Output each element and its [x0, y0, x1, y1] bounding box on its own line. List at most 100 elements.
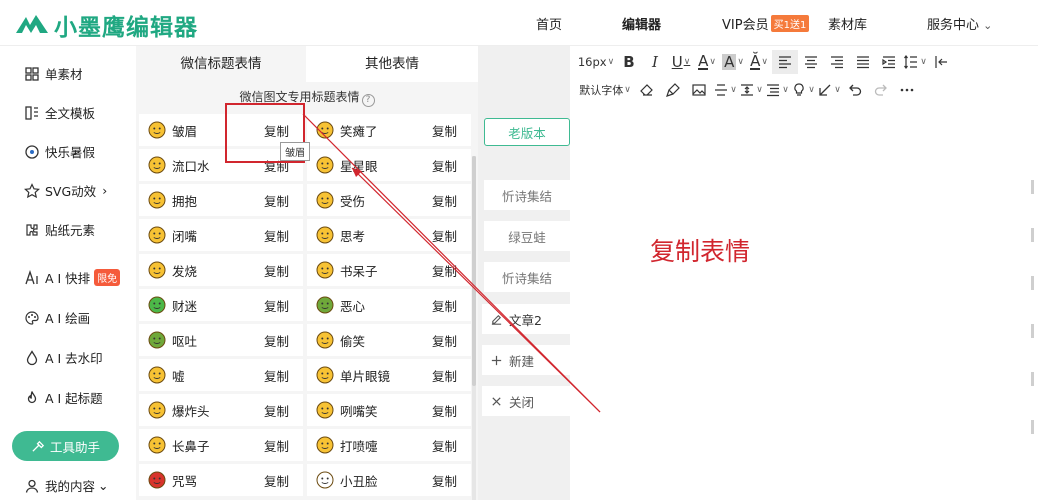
emoji-item[interactable]: 咒骂 复制: [139, 464, 303, 496]
emoji-name: 书呆子: [340, 263, 378, 279]
copy-button[interactable]: 复制: [432, 401, 457, 420]
copy-button[interactable]: 复制: [264, 401, 289, 420]
line-height-button[interactable]: ∨: [902, 50, 928, 74]
copy-button[interactable]: 复制: [432, 191, 457, 210]
divider-button[interactable]: ∨: [712, 78, 738, 102]
nav-materials[interactable]: 素材库: [828, 14, 867, 33]
spacing-button[interactable]: ∨: [738, 78, 764, 102]
emoji-item[interactable]: 星星眼 复制: [307, 149, 471, 181]
align-right-button[interactable]: [824, 50, 850, 74]
emoji-item[interactable]: 长鼻子 复制: [139, 429, 303, 461]
nav-service[interactable]: 服务中心 ⌄: [927, 14, 992, 33]
format-brush-button[interactable]: [660, 78, 686, 102]
annotation-label: 复制表情: [650, 237, 751, 266]
undo-button[interactable]: [842, 78, 868, 102]
more-button[interactable]: [894, 78, 920, 102]
draft-item[interactable]: 绿豆蛙: [484, 221, 570, 251]
image-button[interactable]: [686, 78, 712, 102]
draft-item[interactable]: 忻诗集结: [484, 262, 570, 292]
underline-button[interactable]: U ∨: [668, 50, 694, 74]
emoji-item[interactable]: 闭嘴 复制: [139, 219, 303, 251]
indent-button[interactable]: [876, 50, 902, 74]
emoji-item[interactable]: 打喷嚏 复制: [307, 429, 471, 461]
scrollbar-thumb[interactable]: [472, 156, 476, 386]
font-family-select[interactable]: 默认字体 ∨: [576, 78, 634, 102]
bold-button[interactable]: B: [616, 50, 642, 74]
sidebar-item-ai-watermark[interactable]: A I 去水印: [24, 348, 103, 367]
copy-button[interactable]: 复制: [432, 226, 457, 245]
redo-button[interactable]: [868, 78, 894, 102]
emoji-item[interactable]: 拥抱 复制: [139, 184, 303, 216]
emoji-item[interactable]: 受伤 复制: [307, 184, 471, 216]
copy-button[interactable]: 复制: [264, 366, 289, 385]
nav-vip[interactable]: VIP会员 买1送1: [722, 14, 810, 33]
sidebar-item-summer[interactable]: 快乐暑假: [24, 142, 95, 161]
italic-button[interactable]: I: [642, 50, 668, 74]
copy-button[interactable]: 复制: [432, 156, 457, 175]
sidebar-item-ai-paint[interactable]: A I 绘画: [24, 308, 90, 327]
help-icon[interactable]: ?: [361, 94, 375, 107]
emoji-item[interactable]: 偷笑 复制: [307, 324, 471, 356]
copy-button[interactable]: 复制: [432, 296, 457, 315]
sidebar-item-full-template[interactable]: 全文模板: [24, 103, 95, 122]
tab-wechat-title-emoji[interactable]: 微信标题表情: [136, 46, 306, 82]
sidebar-item-ai-layout[interactable]: A I 快排 限免: [24, 268, 121, 287]
copy-button[interactable]: 复制: [432, 366, 457, 385]
tool-icon: [32, 440, 45, 452]
align-left-button[interactable]: [772, 50, 798, 74]
sidebar-item-ai-title[interactable]: A I 起标题: [24, 388, 103, 407]
emoji-item[interactable]: 单片眼镜 复制: [307, 359, 471, 391]
emoji-item[interactable]: 呕吐 复制: [139, 324, 303, 356]
draft-item[interactable]: 忻诗集结: [484, 180, 570, 210]
copy-button[interactable]: 复制: [264, 471, 289, 490]
emoji-item[interactable]: 咧嘴笑 复制: [307, 394, 471, 426]
emoji-item[interactable]: 嘘 复制: [139, 359, 303, 391]
align-justify-button[interactable]: [850, 50, 876, 74]
emoji-item[interactable]: 书呆子 复制: [307, 254, 471, 286]
highlight-color-button[interactable]: A ∨: [720, 50, 746, 74]
align-center-button[interactable]: [798, 50, 824, 74]
nav-home[interactable]: 首页: [536, 14, 562, 33]
copy-button[interactable]: 复制: [264, 226, 289, 245]
new-doc-button[interactable]: 新建: [482, 345, 570, 375]
nav-editor[interactable]: 编辑器: [622, 14, 661, 33]
emoji-item[interactable]: 小丑脸 复制: [307, 464, 471, 496]
copy-button[interactable]: 复制: [264, 436, 289, 455]
copy-button[interactable]: 复制: [264, 296, 289, 315]
emoji-item[interactable]: 恶心 复制: [307, 289, 471, 321]
tab-other-emoji[interactable]: 其他表情: [306, 46, 478, 82]
sidebar-item-single-material[interactable]: 单素材: [24, 64, 83, 83]
sidebar-item-stickers[interactable]: 贴纸元素: [24, 220, 95, 239]
close-doc-button[interactable]: 关闭: [482, 386, 570, 416]
emoji-item[interactable]: 发烧 复制: [139, 254, 303, 286]
copy-button[interactable]: 复制: [432, 121, 457, 140]
emoji-face-icon: [148, 261, 166, 279]
copy-button[interactable]: 复制: [432, 436, 457, 455]
emoji-item[interactable]: 爆炸头 复制: [139, 394, 303, 426]
current-doc-item[interactable]: 文章2: [482, 304, 570, 334]
tool-assistant-button[interactable]: 工具助手: [12, 431, 119, 461]
old-version-button[interactable]: 老版本: [484, 118, 570, 146]
direction-button[interactable]: ∨: [816, 78, 842, 102]
copy-button[interactable]: 复制: [432, 261, 457, 280]
paragraph-button[interactable]: ∨: [764, 78, 790, 102]
emoji-item[interactable]: 思考 复制: [307, 219, 471, 251]
copy-button[interactable]: 复制: [432, 471, 457, 490]
editor-area[interactable]: 16px ∨ B I U ∨ A ∨ A ∨ Ă ∨ ∨ 默认字体 ∨ ∨ ∨ ∨ ∨ ∨: [570, 46, 1038, 500]
text-effect-button[interactable]: Ă ∨: [746, 50, 772, 74]
font-color-button[interactable]: A ∨: [694, 50, 720, 74]
copy-button[interactable]: 复制: [264, 261, 289, 280]
emoji-item[interactable]: 财迷 复制: [139, 289, 303, 321]
emoji-item[interactable]: 笑瘫了 复制: [307, 114, 471, 146]
sidebar: 单素材 全文模板 快乐暑假 SVG动效 › 贴纸元素 A I 快排 限免 A I…: [0, 46, 136, 500]
copy-button[interactable]: 复制: [264, 191, 289, 210]
font-size-select[interactable]: 16px ∨: [576, 50, 616, 74]
sidebar-item-my-content[interactable]: 我的内容 ⌄: [24, 476, 109, 495]
copy-button[interactable]: 复制: [264, 331, 289, 350]
logo[interactable]: 小墨鹰编辑器: [14, 8, 198, 42]
eraser-button[interactable]: [634, 78, 660, 102]
copy-button[interactable]: 复制: [432, 331, 457, 350]
bulb-button[interactable]: ∨: [790, 78, 816, 102]
insert-right-button[interactable]: [928, 50, 954, 74]
sidebar-item-svg[interactable]: SVG动效 ›: [24, 181, 107, 200]
